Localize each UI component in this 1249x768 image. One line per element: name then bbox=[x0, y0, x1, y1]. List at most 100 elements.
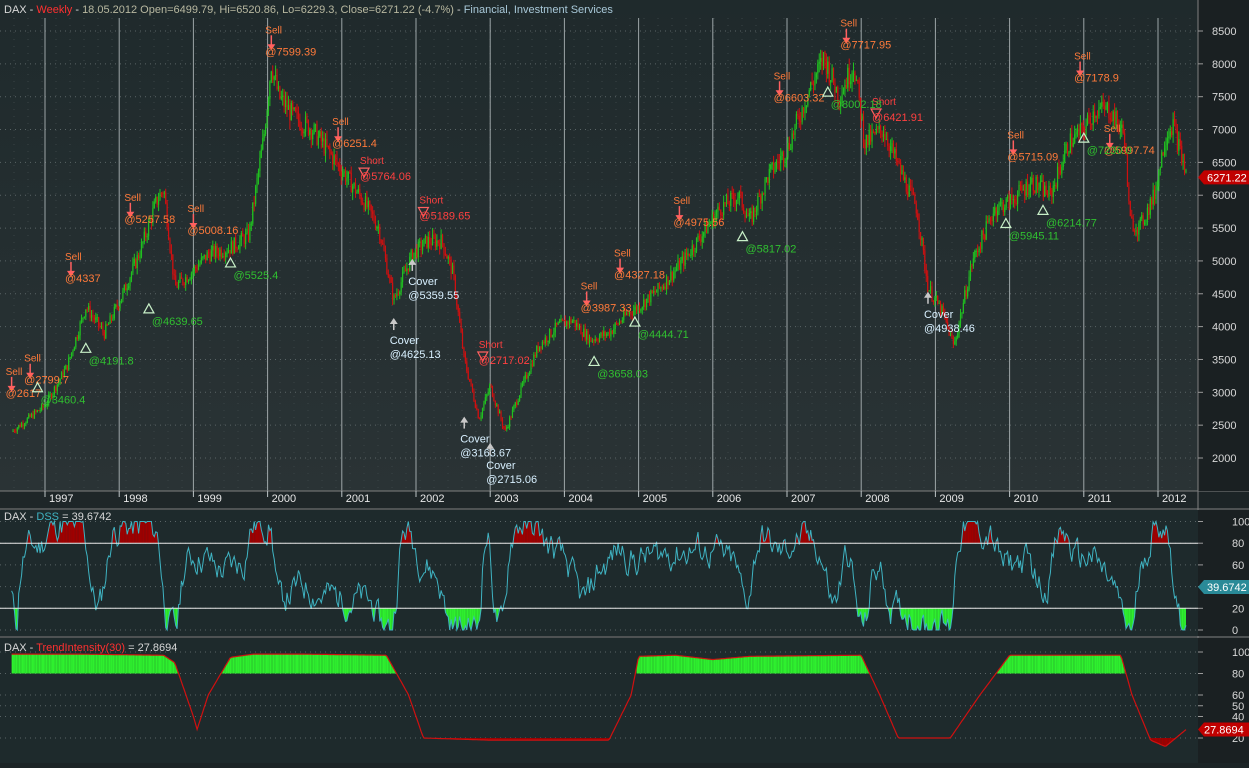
ti-strong-fill bbox=[278, 654, 279, 673]
ti-strong-fill bbox=[94, 654, 95, 673]
candle-body bbox=[1051, 190, 1052, 197]
signal-label: Sell bbox=[332, 117, 349, 128]
candle-body bbox=[1053, 186, 1054, 197]
candle-body bbox=[402, 272, 403, 282]
candle-body bbox=[967, 289, 968, 296]
ti-strong-fill bbox=[642, 656, 643, 673]
candle-body bbox=[1158, 170, 1159, 186]
candle-body bbox=[286, 100, 287, 110]
ti-strong-fill bbox=[697, 658, 698, 674]
ti-strong-fill bbox=[1095, 655, 1096, 673]
ti-strong-fill bbox=[751, 656, 752, 673]
candle-body bbox=[276, 75, 277, 89]
ti-strong-fill bbox=[1078, 655, 1079, 673]
candle-body bbox=[94, 318, 95, 321]
candle-body bbox=[893, 143, 894, 153]
candle-body bbox=[667, 276, 668, 284]
candle-body bbox=[1036, 177, 1037, 193]
candle-body bbox=[1026, 182, 1027, 196]
candle-body bbox=[271, 71, 272, 81]
candle-body bbox=[98, 317, 99, 326]
ti-strong-fill bbox=[1056, 655, 1057, 673]
chart-canvas[interactable]: Sell@7599.39Sell@6251.4Sell@5257.58Sell@… bbox=[0, 0, 1249, 763]
ti-strong-fill bbox=[725, 658, 726, 673]
signal-price: @7599.39 bbox=[265, 46, 316, 58]
ti-strong-fill bbox=[1029, 655, 1030, 673]
ti-strong-fill bbox=[749, 656, 750, 673]
candle-body bbox=[726, 195, 727, 204]
candle-body bbox=[803, 108, 804, 114]
candle-body bbox=[488, 392, 489, 395]
candle-body bbox=[358, 189, 359, 192]
ti-strong-fill bbox=[794, 656, 795, 674]
ti-strong-fill bbox=[149, 655, 150, 673]
signal-price: @4938.46 bbox=[924, 323, 975, 335]
candle-body bbox=[750, 211, 751, 213]
dss-overbought-fill bbox=[123, 522, 124, 544]
candle-body bbox=[1181, 146, 1182, 163]
candle-body bbox=[231, 241, 232, 253]
dss-overbought-fill bbox=[968, 522, 969, 544]
ti-strong-fill bbox=[852, 655, 853, 673]
ti-strong-fill bbox=[331, 654, 332, 673]
signal-price: @4625.13 bbox=[390, 349, 441, 361]
candle-body bbox=[453, 266, 454, 276]
candle-body bbox=[754, 208, 755, 212]
candle-body bbox=[282, 96, 283, 97]
signal-label: Cover bbox=[408, 276, 438, 288]
dss-overbought-fill bbox=[144, 522, 145, 544]
candle-body bbox=[222, 256, 223, 257]
candle-body bbox=[268, 99, 269, 111]
ti-strong-fill bbox=[802, 656, 803, 674]
x-tick-label: 1999 bbox=[197, 493, 221, 505]
ti-strong-fill bbox=[24, 654, 25, 673]
ti-strong-fill bbox=[62, 654, 63, 673]
ti-strong-fill bbox=[276, 654, 277, 673]
candle-body bbox=[1178, 139, 1179, 151]
candle-body bbox=[686, 253, 687, 256]
ti-strong-fill bbox=[671, 655, 672, 673]
ti-strong-fill bbox=[1049, 655, 1050, 673]
candle-body bbox=[610, 331, 611, 337]
candle-body bbox=[468, 371, 469, 379]
candle-body bbox=[826, 59, 827, 74]
candle-body bbox=[916, 204, 917, 214]
candle-body bbox=[869, 130, 870, 145]
candle-body bbox=[966, 290, 967, 296]
candle-body bbox=[1054, 185, 1055, 186]
candle-body bbox=[827, 61, 828, 73]
dss-oversold-fill bbox=[915, 608, 916, 630]
candle-body bbox=[980, 249, 981, 250]
candle-body bbox=[853, 73, 854, 74]
candle-body bbox=[582, 334, 583, 336]
candle-body bbox=[1151, 199, 1152, 205]
candle-body bbox=[228, 250, 229, 253]
candle-body bbox=[22, 423, 23, 426]
candle-body bbox=[609, 332, 610, 336]
candle-body bbox=[322, 138, 323, 141]
candle-body bbox=[1071, 133, 1072, 146]
candle-body bbox=[914, 194, 915, 204]
candle-body bbox=[1097, 116, 1098, 117]
ti-strong-fill bbox=[360, 655, 361, 674]
x-tick-label: 2005 bbox=[643, 493, 667, 505]
candle-body bbox=[699, 236, 700, 240]
ti-strong-fill bbox=[320, 654, 321, 673]
candle-body bbox=[933, 301, 934, 302]
candle-body bbox=[309, 130, 310, 135]
candle-body bbox=[873, 132, 874, 133]
ti-strong-fill bbox=[27, 654, 28, 673]
ti-strong-fill bbox=[1059, 655, 1060, 673]
ti-strong-fill bbox=[798, 656, 799, 674]
candle-body bbox=[443, 243, 444, 253]
candle-body bbox=[299, 120, 300, 129]
ti-strong-fill bbox=[231, 657, 232, 673]
ti-strong-fill bbox=[39, 654, 40, 673]
candle-body bbox=[460, 323, 461, 333]
candle-body bbox=[740, 192, 741, 193]
candle-body bbox=[316, 124, 317, 144]
candle-body bbox=[206, 252, 207, 260]
ti-strong-fill bbox=[755, 656, 756, 673]
ti-strong-fill bbox=[1013, 655, 1014, 673]
ti-strong-fill bbox=[253, 654, 254, 673]
